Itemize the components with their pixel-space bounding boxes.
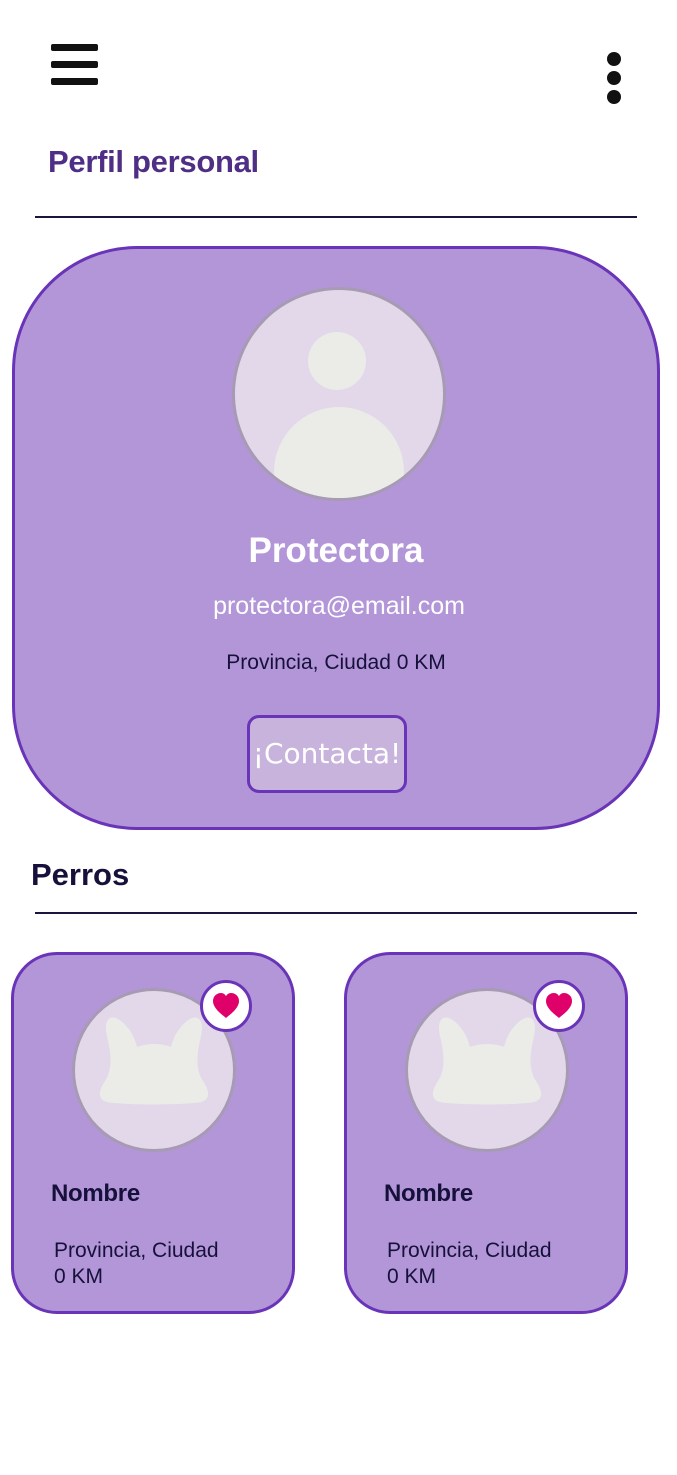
dog-location-distance: 0 KM xyxy=(387,1265,437,1288)
dog-location-distance: 0 KM xyxy=(54,1265,104,1288)
favorite-button[interactable] xyxy=(200,980,252,1032)
profile-name: Protectora xyxy=(248,531,424,570)
dog-name: Nombre xyxy=(384,1180,473,1207)
profile-page: Perfil personal Protectora protectora@em… xyxy=(0,0,677,1475)
user-avatar-icon xyxy=(232,287,446,501)
contact-button[interactable]: ¡Contacta! xyxy=(247,715,407,793)
more-vertical-icon[interactable] xyxy=(604,52,624,104)
dog-card[interactable]: Nombre Provincia, Ciudad 0 KM xyxy=(344,952,628,1314)
heart-icon xyxy=(546,993,572,1018)
dogs-section-title: Perros xyxy=(31,857,130,892)
title-divider xyxy=(35,216,637,218)
dog-name: Nombre xyxy=(51,1180,140,1207)
profile-card: Protectora protectora@email.com Provinci… xyxy=(12,246,660,830)
dogs-divider xyxy=(35,912,637,914)
profile-location: Provincia, Ciudad 0 KM xyxy=(226,651,446,674)
favorite-button[interactable] xyxy=(533,980,585,1032)
hamburger-menu-icon[interactable] xyxy=(51,44,98,86)
heart-icon xyxy=(213,993,239,1018)
dog-location: Provincia, Ciudad 0 KM xyxy=(54,1238,219,1290)
dog-location-region: Provincia, Ciudad xyxy=(54,1239,219,1262)
profile-email: protectora@email.com xyxy=(213,592,465,620)
dog-location: Provincia, Ciudad 0 KM xyxy=(387,1238,552,1290)
page-title: Perfil personal xyxy=(48,144,259,179)
dog-location-region: Provincia, Ciudad xyxy=(387,1239,552,1262)
dog-card[interactable]: Nombre Provincia, Ciudad 0 KM xyxy=(11,952,295,1314)
